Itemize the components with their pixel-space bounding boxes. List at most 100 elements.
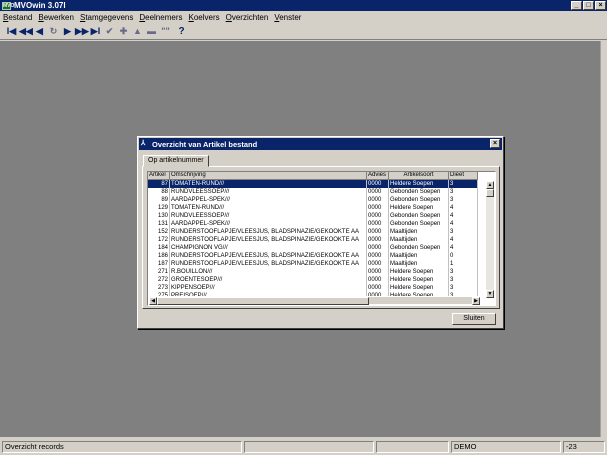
status-pane-empty-1 (244, 440, 374, 453)
status-value: -23 (563, 440, 605, 453)
dialog-title-bar[interactable]: ⅄ Overzicht van Artikel bestand × (139, 138, 502, 150)
table-row[interactable]: 172 RUNDERSTOOFLAPJE/VLEESJUS, BLADSPINAZ… (148, 236, 495, 244)
cell-omschrijving: RUNDERSTOOFLAPJE/VLEESJUS, BLADSPINAZIE/… (170, 260, 367, 268)
table-row[interactable]: 88 RUNDVLEESSOEP///0000 Gebonden Soepen 3 (148, 188, 495, 196)
post-check-icon[interactable]: ✔ (103, 26, 116, 37)
cell-advies: 0000 (367, 244, 389, 252)
grid-vertical-scrollbar[interactable]: ▲ ▼ (486, 181, 494, 298)
table-row[interactable]: 130 RUNDVLEESSOEP///0000 Gebonden Soepen 4 (148, 212, 495, 220)
cell-artikel: 187 (148, 260, 170, 268)
cell-artikelsoort: Heldere Soepen (389, 276, 449, 284)
cell-artikel: 88 (148, 188, 170, 196)
table-row[interactable]: 131 AARDAPPEL-SPEK///0000 Gebonden Soepen 4 (148, 220, 495, 228)
table-row[interactable]: 89 AARDAPPEL-SPEK///0000 Gebonden Soepen 3 (148, 196, 495, 204)
cell-dieet: 3 (449, 180, 478, 188)
next-record-icon[interactable]: ▶ (61, 26, 74, 37)
cell-artikelsoort: Maaltijden (389, 260, 449, 268)
grid-horizontal-scrollbar[interactable]: ◀ ▶ (149, 296, 480, 305)
col-omschrijving-header[interactable]: Omschrijving (170, 172, 367, 180)
cell-artikel: 131 (148, 220, 170, 228)
last-record-icon[interactable]: ▶I (89, 26, 102, 37)
menu-deelnemers[interactable]: Deelnemers (139, 13, 182, 22)
table-row[interactable]: 184 CHAMPIGNON VG///0000 Gebonden Soepen 4 (148, 244, 495, 252)
cell-omschrijving: GROENTESOEP/// (170, 276, 367, 284)
quote-icon[interactable]: "" (159, 26, 172, 36)
table-row[interactable]: 273 KIPPENSOEP///0000 Heldere Soepen 3 (148, 284, 495, 292)
cell-dieet: 4 (449, 204, 478, 212)
next-page-icon[interactable]: ▶▶ (75, 26, 89, 37)
help-question-icon[interactable]: ? (175, 26, 188, 37)
cancel-dash-icon[interactable]: ▬ (145, 26, 158, 36)
minimize-button[interactable]: _ (571, 1, 582, 10)
grid-body: 87 TOMATEN-RUND///0000 Heldere Soepen 3 88 RU… (148, 180, 495, 300)
table-row[interactable]: 272 GROENTESOEP///0000 Heldere Soepen 3 (148, 276, 495, 284)
table-row[interactable]: 87 TOMATEN-RUND///0000 Heldere Soepen 3 (148, 180, 495, 188)
cell-advies: 0000 (367, 180, 389, 188)
cell-omschrijving: TOMATEN-RUND/// (170, 180, 367, 188)
menu-bestand[interactable]: Bestand (3, 13, 32, 22)
first-record-icon[interactable]: I◀ (5, 26, 18, 37)
cell-dieet: 4 (449, 236, 478, 244)
cell-omschrijving: AARDAPPEL-SPEK/// (170, 220, 367, 228)
menu-venster[interactable]: Venster (274, 13, 301, 22)
maximize-button[interactable]: □ (583, 1, 594, 10)
menu-overzichten[interactable]: Overzichten (226, 13, 269, 22)
insert-plus-icon[interactable]: ✚ (117, 26, 130, 37)
cell-artikelsoort: Gebonden Soepen (389, 244, 449, 252)
edit-triangle-icon[interactable]: ▲ (131, 26, 144, 36)
status-pane-empty-2 (376, 440, 449, 453)
cell-artikel: 152 (148, 228, 170, 236)
dialog-close-button[interactable]: × (490, 139, 500, 148)
tab-op-artikelnummer[interactable]: Op artikelnummer (143, 155, 209, 167)
cell-dieet: 3 (449, 284, 478, 292)
table-row[interactable]: 187 RUNDERSTOOFLAPJE/VLEESJUS, BLADSPINAZ… (148, 260, 495, 268)
horizontal-scroll-thumb[interactable] (157, 297, 369, 305)
table-row[interactable]: 152 RUNDERSTOOFLAPJE/VLEESJUS, BLADSPINAZ… (148, 228, 495, 236)
cell-artikel: 87 (148, 180, 170, 188)
cell-omschrijving: RUNDVLEESSOEP/// (170, 212, 367, 220)
table-row[interactable]: 129 TOMATEN-RUND///0000 Heldere Soepen 4 (148, 204, 495, 212)
scroll-down-icon[interactable]: ▼ (486, 290, 494, 298)
app-title-bar[interactable]: MVO MVOwin 3.07l _ □ × (0, 0, 607, 11)
cell-dieet: 4 (449, 220, 478, 228)
navigator-toolbar: I◀ ◀◀ ◀ ↻ ▶ ▶▶ ▶I ✔ ✚ ▲ ▬ "" ? (0, 23, 607, 40)
menu-stamgegevens[interactable]: Stamgegevens (80, 13, 133, 22)
menu-bar: Bestand Bewerken Stamgegevens Deelnemers… (0, 11, 607, 23)
scroll-up-icon[interactable]: ▲ (486, 181, 494, 189)
dialog-app-icon: ⅄ (141, 140, 146, 147)
table-row[interactable]: 271 R.BOUILLON///0000 Heldere Soepen 3 (148, 268, 495, 276)
grid-header: Artikel Omschrijving Advies Artikelsoort… (148, 172, 495, 180)
menu-bewerken[interactable]: Bewerken (38, 13, 74, 22)
refresh-icon[interactable]: ↻ (47, 26, 60, 37)
cell-artikelsoort: Gebonden Soepen (389, 188, 449, 196)
cell-artikelsoort: Heldere Soepen (389, 180, 449, 188)
menu-koelvers[interactable]: Koelvers (188, 13, 219, 22)
table-row[interactable]: 186 RUNDERSTOOFLAPJE/VLEESJUS, BLADSPINAZ… (148, 252, 495, 260)
cell-dieet: 0 (449, 252, 478, 260)
cell-artikelsoort: Heldere Soepen (389, 268, 449, 276)
prior-page-icon[interactable]: ◀◀ (19, 26, 33, 37)
cell-artikelsoort: Heldere Soepen (389, 204, 449, 212)
cell-artikel: 272 (148, 276, 170, 284)
cell-artikelsoort: Maaltijden (389, 252, 449, 260)
col-artikelsoort-header[interactable]: Artikelsoort (389, 172, 449, 180)
cell-artikel: 89 (148, 196, 170, 204)
col-advies-header[interactable]: Advies (367, 172, 389, 180)
cell-advies: 0000 (367, 268, 389, 276)
cell-advies: 0000 (367, 196, 389, 204)
cell-advies: 0000 (367, 284, 389, 292)
col-artikel-header[interactable]: Artikel (148, 172, 170, 180)
sluiten-button[interactable]: Sluiten (452, 313, 496, 325)
cell-artikelsoort: Maaltijden (389, 228, 449, 236)
cell-advies: 0000 (367, 276, 389, 284)
prior-record-icon[interactable]: ◀ (33, 26, 46, 37)
col-dieet-header[interactable]: Dieet (449, 172, 478, 180)
scroll-right-icon[interactable]: ▶ (472, 297, 480, 305)
close-button[interactable]: × (595, 1, 606, 10)
workspace-scrollbar[interactable] (600, 41, 607, 437)
artikel-grid[interactable]: Artikel Omschrijving Advies Artikelsoort… (147, 171, 496, 306)
scroll-left-icon[interactable]: ◀ (149, 297, 157, 305)
vertical-scroll-thumb[interactable] (486, 189, 494, 197)
cell-advies: 0000 (367, 204, 389, 212)
cell-artikelsoort: Gebonden Soepen (389, 212, 449, 220)
